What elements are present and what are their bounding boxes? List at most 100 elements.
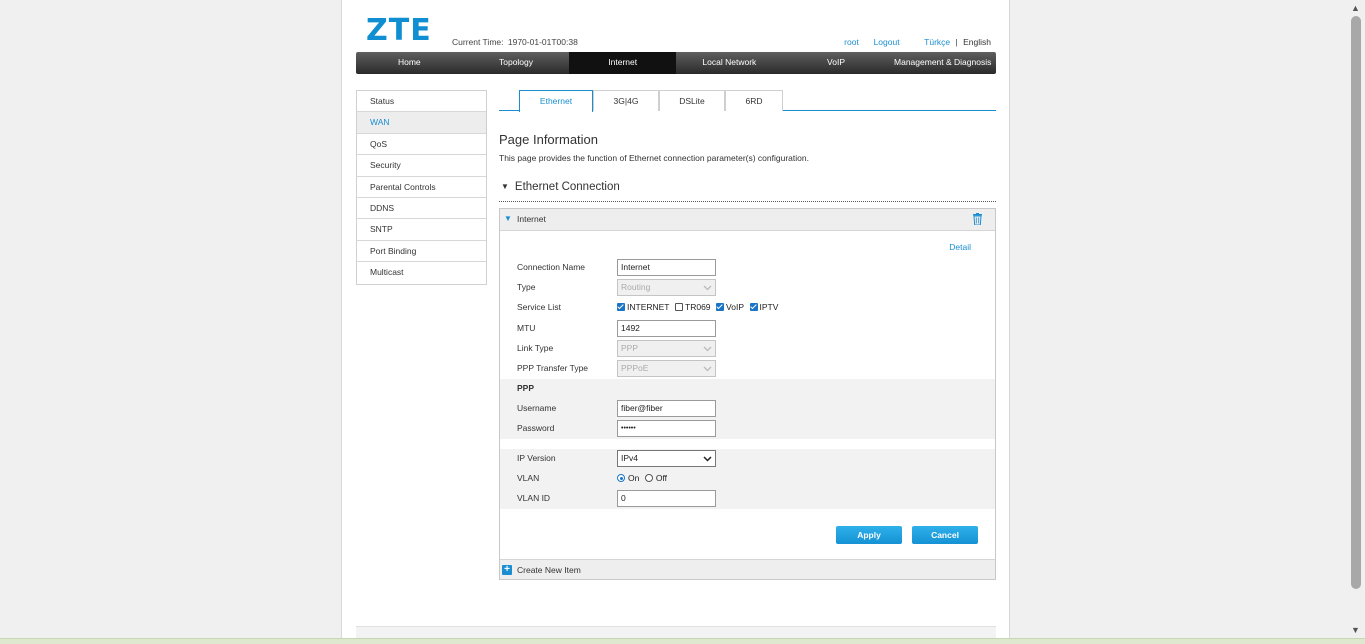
sidebar-item-parental-controls[interactable]: Parental Controls [357,176,486,198]
connection-name-input[interactable]: Internet [617,259,716,276]
row-type: Type Routing [500,278,995,298]
vlan-off-radio[interactable] [644,474,653,482]
chevron-down-icon [703,456,712,462]
cancel-button[interactable]: Cancel [912,526,978,544]
link-type-select-value: PPP [621,343,639,353]
label-ppp-transfer-type: PPP Transfer Type [517,363,589,373]
main-nav: Home Topology Internet Local Network VoI… [356,52,996,74]
lang-turkish-link[interactable]: Türkçe [924,37,950,47]
vlan-on-label: On [628,473,640,483]
sidebar-item-ddns[interactable]: DDNS [357,197,486,220]
label-type: Type [517,282,536,292]
tab-bar: Ethernet 3G|4G DSLite 6RD [499,90,996,112]
page-container: ZTE Current Time: 1970-01-01T00:38 root … [341,0,1010,638]
chevron-down-icon [703,366,712,372]
page-info-description: This page provides the function of Ether… [499,153,809,163]
trash-icon[interactable] [973,213,982,225]
panel-header[interactable]: ▼ Internet [500,209,995,231]
service-internet-label: INTERNET [627,302,670,312]
ip-version-select[interactable]: IPv4 [617,450,716,467]
current-time-label: Current Time: [452,37,504,47]
tab-dslite[interactable]: DSLite [659,90,725,111]
ip-version-select-value: IPv4 [621,453,639,463]
ppp-heading: PPP [517,383,535,393]
vertical-scrollbar[interactable]: ▲ ▼ [1347,0,1365,638]
row-ppp-transfer-type: PPP Transfer Type PPPoE [500,359,995,379]
username-input[interactable]: fiber@fiber [617,400,716,417]
label-password: Password [517,423,555,433]
label-mtu: MTU [517,323,536,333]
sidebar-item-status[interactable]: Status [357,91,486,113]
vlan-off-label: Off [655,473,668,483]
apply-button[interactable]: Apply [836,526,902,544]
sidebar-item-security[interactable]: Security [357,155,486,177]
row-vlan-id: VLAN ID 0 [500,489,995,509]
sidebar-item-multicast[interactable]: Multicast [357,262,486,284]
nav-management-diagnosis[interactable]: Management & Diagnosis [889,52,996,74]
connection-item-name: Internet [517,214,546,224]
vlan-id-input[interactable]: 0 [617,490,716,507]
scroll-thumb[interactable] [1351,16,1361,589]
create-new-item-link[interactable]: Create New Item [517,565,581,575]
vlan-on-radio[interactable] [617,474,625,482]
mtu-input[interactable]: 1492 [617,320,716,337]
label-connection-name: Connection Name [517,262,586,272]
row-connection-name: Connection Name Internet [500,258,995,278]
sidebar-item-wan[interactable]: WAN [357,112,486,134]
section-ethernet-connection[interactable]: ▼ Ethernet Connection [499,181,996,202]
type-select-value: Routing [621,282,651,292]
row-vlan: VLAN On Off [500,469,995,489]
tab-ethernet[interactable]: Ethernet [519,90,593,112]
sidebar-item-qos[interactable]: QoS [357,133,486,156]
nav-topology[interactable]: Topology [463,52,570,74]
current-time-value: 1970-01-01T00:38 [507,37,578,47]
logout-link[interactable]: Logout [874,37,900,47]
section-title-text: Ethernet Connection [514,181,620,193]
plus-icon[interactable]: + [502,565,512,575]
password-input[interactable]: •••••• [617,420,716,437]
nav-local-network[interactable]: Local Network [676,52,783,74]
ppp-transfer-type-select: PPPoE [617,360,716,377]
label-vlan: VLAN [517,473,540,483]
sidebar-item-port-binding[interactable]: Port Binding [357,240,486,263]
nav-internet[interactable]: Internet [569,52,677,74]
checkbox-tr069[interactable] [675,303,684,311]
current-time: Current Time: 1970-01-01T00:38 [450,37,578,47]
detail-link[interactable]: Detail [949,242,971,252]
ppp-transfer-type-select-value: PPPoE [621,363,649,373]
checkbox-internet[interactable] [617,303,625,311]
type-select: Routing [617,279,716,296]
collapse-arrow-icon: ▼ [501,182,509,191]
checkbox-iptv[interactable] [749,303,758,311]
row-ip-version: IP Version IPv4 [500,449,995,469]
link-type-select: PPP [617,340,716,357]
tab-3g4g[interactable]: 3G|4G [593,90,659,111]
panel-footer: + Create New Item [500,559,995,579]
lang-english-link[interactable]: English [963,37,991,47]
label-vlan-id: VLAN ID [517,493,551,503]
expand-triangle-icon[interactable]: ▼ [504,214,512,223]
row-password: Password •••••• [500,419,995,439]
user-root-link[interactable]: root [844,37,859,47]
service-iptv-label: IPTV [759,302,779,312]
footer-bar [356,626,996,638]
nav-voip[interactable]: VoIP [783,52,890,74]
service-voip-label: VoIP [726,302,745,312]
chevron-down-icon [703,346,712,352]
row-service-list: Service List INTERNET TR069 VoIP IPTV [500,298,995,318]
zte-logo: ZTE [366,13,432,48]
scroll-up-arrow-icon[interactable]: ▲ [1351,3,1360,13]
sidebar: Status WAN QoS Security Parental Control… [356,90,487,285]
tab-6rd[interactable]: 6RD [725,90,783,111]
label-username: Username [517,403,557,413]
checkbox-voip[interactable] [716,303,725,311]
scroll-down-arrow-icon[interactable]: ▼ [1351,625,1360,635]
page-info-title: Page Information [499,132,599,147]
chevron-down-icon [703,285,712,291]
row-ppp-heading: PPP [500,379,995,399]
label-ip-version: IP Version [517,453,556,463]
row-mtu: MTU 1492 [500,319,995,339]
sidebar-item-sntp[interactable]: SNTP [357,219,486,241]
service-tr069-label: TR069 [685,302,711,312]
nav-home[interactable]: Home [356,52,463,74]
